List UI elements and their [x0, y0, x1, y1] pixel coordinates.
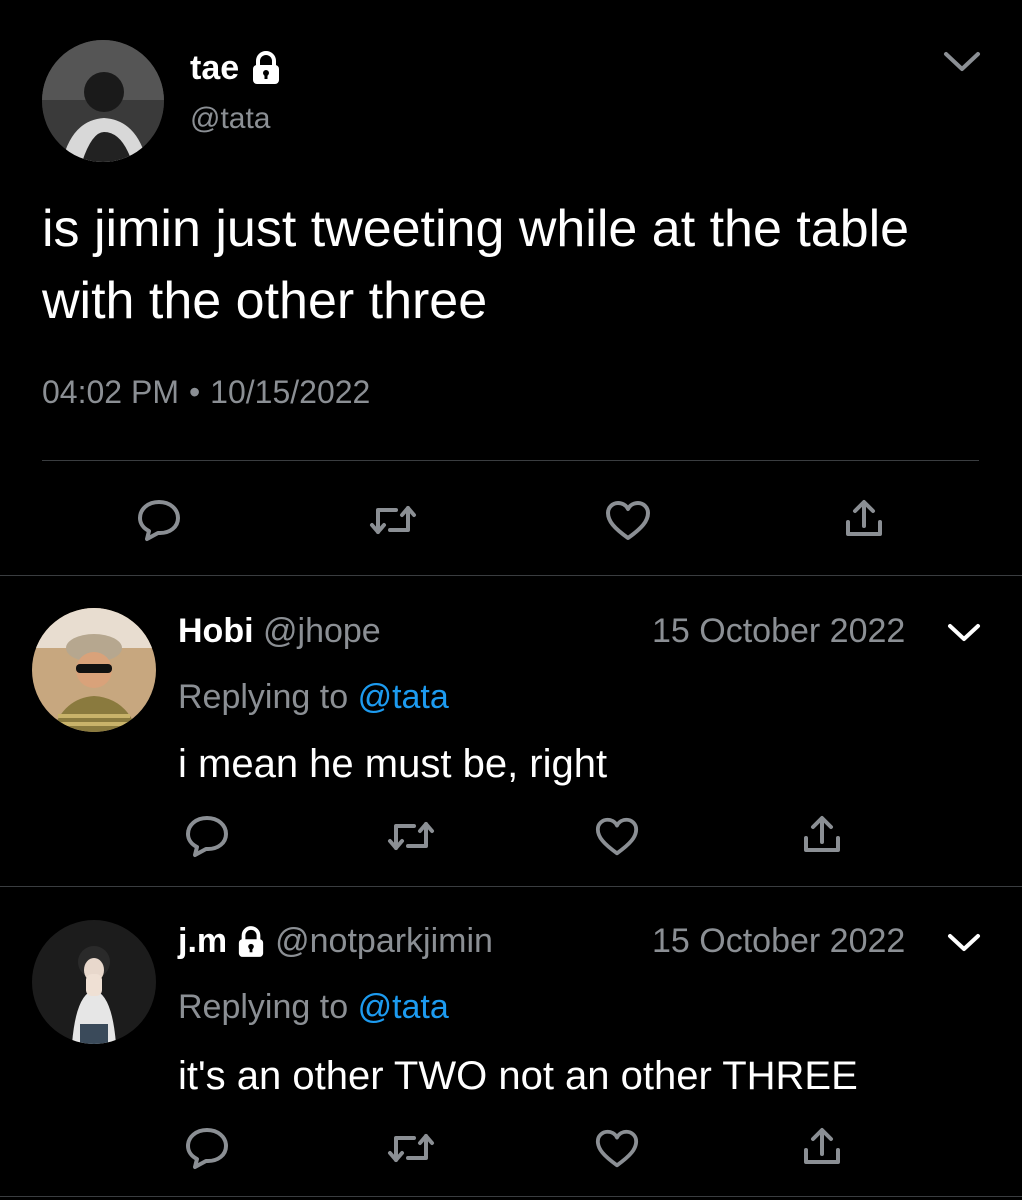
- lock-icon: [237, 925, 265, 958]
- tweet-text-line-2: with the other three: [42, 272, 488, 330]
- share-icon[interactable]: [800, 1126, 844, 1168]
- tweet-text: is jimin just tweeting while at the tabl…: [42, 193, 1002, 337]
- replying-to: Replying to @tata: [178, 678, 449, 717]
- retweet-icon[interactable]: [386, 816, 436, 856]
- reply-icon[interactable]: [184, 1126, 230, 1170]
- chevron-down-icon[interactable]: [946, 932, 982, 954]
- reply-header: Hobi @jhope: [178, 612, 381, 651]
- lock-icon: [251, 51, 281, 85]
- tweet-timestamp[interactable]: 04:02 PM • 10/15/2022: [42, 374, 370, 411]
- like-icon[interactable]: [594, 816, 640, 858]
- reply-header: j.m @notparkjimin: [178, 922, 493, 961]
- divider: [42, 460, 979, 461]
- reply-text: i mean he must be, right: [178, 742, 608, 786]
- handle[interactable]: @notparkjimin: [275, 922, 493, 961]
- reply-date[interactable]: 15 October 2022: [652, 612, 905, 651]
- reply-icon[interactable]: [136, 498, 182, 542]
- avatar-jm[interactable]: [32, 920, 156, 1044]
- replying-to-link[interactable]: @tata: [358, 988, 449, 1026]
- replying-to: Replying to @tata: [178, 988, 449, 1027]
- like-icon[interactable]: [594, 1128, 640, 1170]
- display-name[interactable]: Hobi: [178, 612, 254, 650]
- handle[interactable]: @jhope: [263, 612, 381, 650]
- display-name-text: tae: [190, 48, 240, 87]
- replying-to-prefix: Replying to: [178, 988, 349, 1026]
- divider: [0, 1196, 1022, 1197]
- share-icon[interactable]: [800, 814, 844, 856]
- divider: [0, 886, 1022, 887]
- share-icon[interactable]: [842, 498, 886, 540]
- like-icon[interactable]: [604, 500, 652, 542]
- timestamp-separator: •: [188, 374, 201, 410]
- tweet-time: 04:02 PM: [42, 374, 179, 410]
- tweet-text-line-1: is jimin just tweeting while at the tabl…: [42, 200, 910, 258]
- display-name[interactable]: j.m: [178, 922, 227, 961]
- handle[interactable]: @tata: [190, 102, 271, 136]
- replying-to-link[interactable]: @tata: [358, 678, 449, 716]
- display-name[interactable]: tae: [190, 48, 281, 88]
- chevron-down-icon[interactable]: [942, 50, 982, 74]
- retweet-icon[interactable]: [368, 500, 418, 540]
- divider: [0, 575, 1022, 576]
- avatar-hobi[interactable]: [32, 608, 156, 732]
- tweet-date: 10/15/2022: [210, 374, 371, 410]
- reply-text: it's an other TWO not an other THREE: [178, 1054, 858, 1098]
- chevron-down-icon[interactable]: [946, 622, 982, 644]
- retweet-icon[interactable]: [386, 1128, 436, 1168]
- reply-date[interactable]: 15 October 2022: [652, 922, 905, 961]
- replying-to-prefix: Replying to: [178, 678, 349, 716]
- avatar-tae[interactable]: [42, 40, 164, 162]
- reply-icon[interactable]: [184, 814, 230, 858]
